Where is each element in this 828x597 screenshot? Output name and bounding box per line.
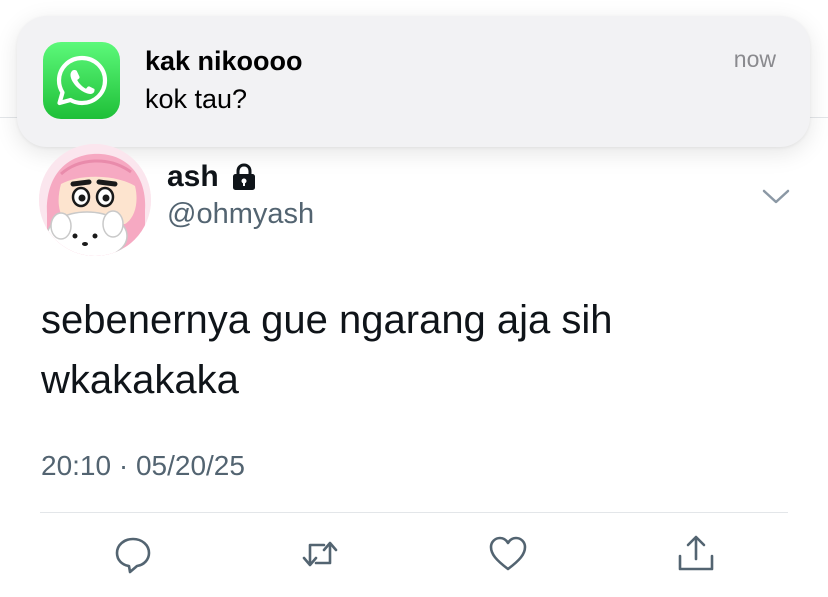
- tweet-timestamp[interactable]: 20:10 · 05/20/25: [41, 450, 245, 482]
- notification-banner[interactable]: kak nikoooo kok tau? now: [17, 16, 810, 147]
- tweet-text: sebenernya gue ngarang aja sih wkakakaka: [41, 298, 613, 402]
- like-button[interactable]: [488, 536, 528, 576]
- lock-icon: [229, 162, 259, 192]
- reply-icon: [113, 534, 153, 579]
- notification-message: kok tau?: [145, 84, 248, 114]
- notification-time: now: [733, 46, 776, 72]
- like-icon: [488, 534, 528, 579]
- avatar[interactable]: [39, 144, 151, 256]
- notification-sender: kak nikoooo: [145, 46, 303, 76]
- retweet-icon: [300, 534, 340, 579]
- reply-button[interactable]: [113, 536, 153, 576]
- chevron-down-icon[interactable]: [762, 187, 790, 207]
- whatsapp-icon: [43, 42, 120, 119]
- retweet-button[interactable]: [300, 536, 340, 576]
- author-name[interactable]: ash: [167, 160, 219, 194]
- divider: [40, 512, 788, 513]
- share-button[interactable]: [676, 534, 716, 579]
- author-handle[interactable]: @ohmyash: [167, 198, 314, 231]
- share-icon: [676, 534, 716, 579]
